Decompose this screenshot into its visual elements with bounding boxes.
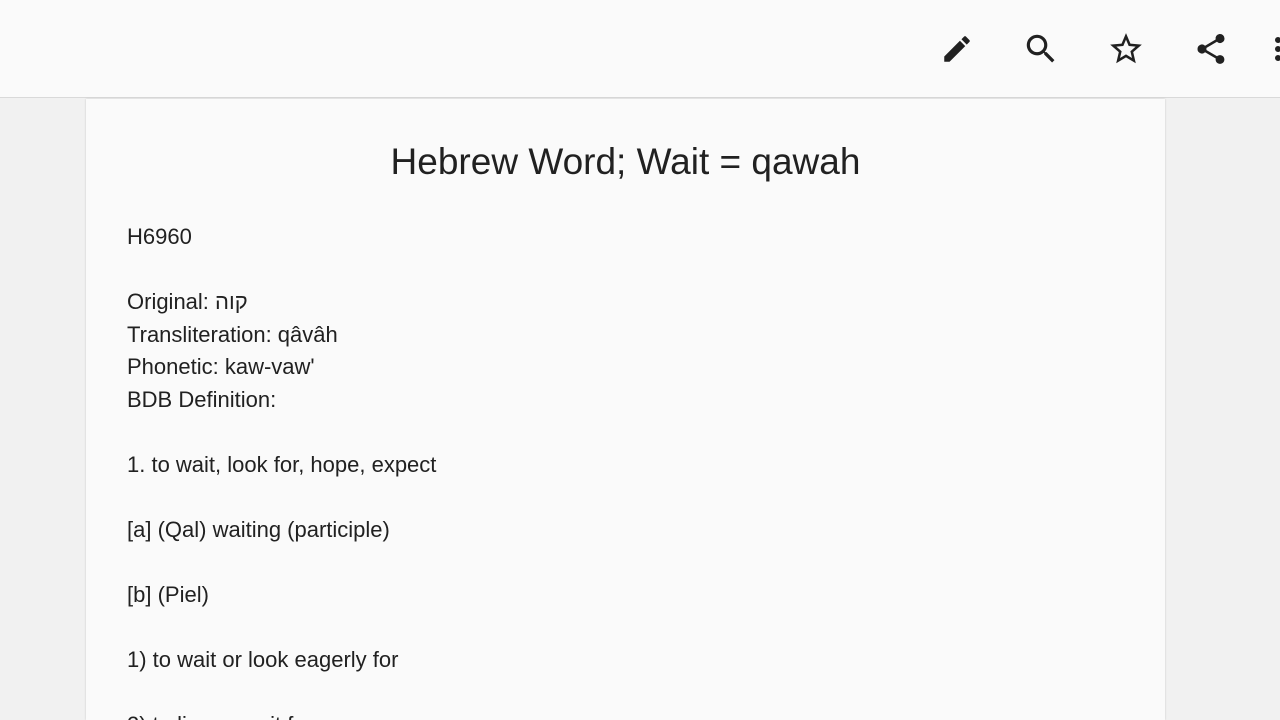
more-vertical-icon (1256, 31, 1280, 67)
original-word: Original: קוה (127, 289, 248, 314)
favorite-button[interactable] (1104, 27, 1148, 71)
definition-b: [b] (Piel) (127, 581, 209, 607)
share-icon (1193, 31, 1229, 67)
definition-a: [a] (Qal) waiting (participle) (127, 516, 390, 542)
bdb-definition-heading: BDB Definition: (127, 386, 277, 412)
share-button[interactable] (1189, 27, 1233, 71)
strongs-number: H6960 (127, 224, 192, 249)
search-button[interactable] (1019, 27, 1063, 71)
document-page: Hebrew Word; Wait = qawah H6960 Original… (86, 99, 1165, 720)
phonetic: Phonetic: kaw-vaw' (127, 354, 315, 379)
definition-1: 1. to wait, look for, hope, expect (127, 451, 437, 477)
definition-b2: 2) to linger, wait for (127, 709, 1127, 720)
pencil-icon (940, 32, 974, 66)
document-body: H6960 Original: קוה Transliteration: qâv… (127, 221, 1127, 720)
top-toolbar (0, 0, 1280, 98)
more-options-button[interactable] (1256, 27, 1280, 71)
search-icon (1022, 30, 1060, 68)
definition-b1: 1) to wait or look eagerly for (127, 646, 399, 672)
document-title: Hebrew Word; Wait = qawah (390, 141, 861, 182)
star-outline-icon (1107, 30, 1145, 68)
edit-button[interactable] (935, 27, 979, 71)
transliteration: Transliteration: qâvâh (127, 321, 338, 347)
